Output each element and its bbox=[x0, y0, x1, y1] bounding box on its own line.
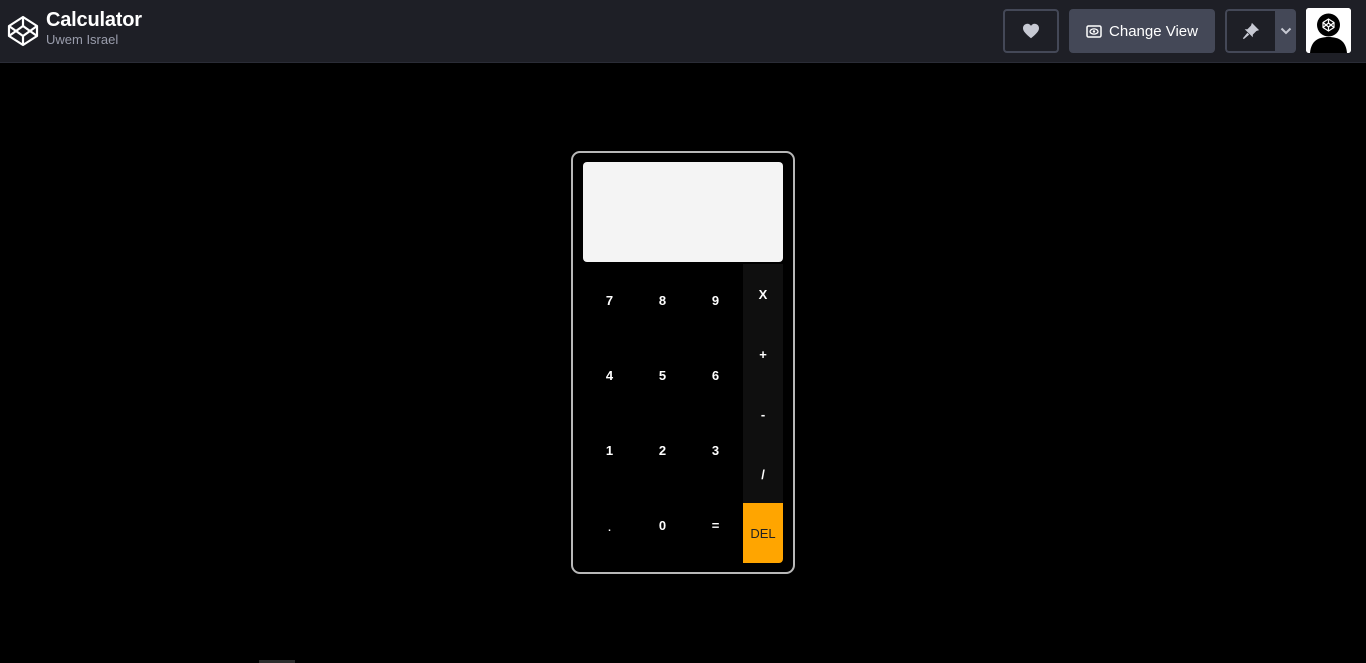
pin-menu-dropdown[interactable] bbox=[1275, 9, 1296, 53]
key-decimal[interactable]: . bbox=[583, 488, 636, 563]
change-view-button[interactable]: Change View bbox=[1069, 9, 1215, 53]
key-multiply[interactable]: X bbox=[743, 264, 783, 324]
heart-icon bbox=[1023, 23, 1039, 39]
operator-column: X + - / DEL bbox=[743, 264, 783, 563]
key-5[interactable]: 5 bbox=[636, 338, 689, 413]
key-6[interactable]: 6 bbox=[689, 338, 742, 413]
change-view-label: Change View bbox=[1109, 22, 1198, 40]
pin-icon bbox=[1242, 22, 1260, 40]
calculator-display bbox=[583, 162, 783, 262]
key-plus[interactable]: + bbox=[743, 324, 783, 384]
key-0[interactable]: 0 bbox=[636, 488, 689, 563]
pen-title[interactable]: Calculator bbox=[46, 8, 142, 32]
user-avatar-icon bbox=[1306, 8, 1351, 53]
eye-window-icon bbox=[1086, 24, 1102, 38]
calculator: 7 8 9 4 5 6 1 2 3 . 0 = X + - / DEL bbox=[571, 151, 795, 574]
key-delete[interactable]: DEL bbox=[743, 503, 783, 563]
key-1[interactable]: 1 bbox=[583, 413, 636, 488]
key-8[interactable]: 8 bbox=[636, 263, 689, 338]
key-divide[interactable]: / bbox=[743, 444, 783, 504]
key-minus[interactable]: - bbox=[743, 384, 783, 444]
key-9[interactable]: 9 bbox=[689, 263, 742, 338]
key-4[interactable]: 4 bbox=[583, 338, 636, 413]
key-equals[interactable]: = bbox=[689, 488, 742, 563]
pin-button[interactable] bbox=[1225, 9, 1275, 53]
codepen-header: Calculator Uwem Israel Change View bbox=[0, 0, 1366, 63]
user-avatar[interactable] bbox=[1306, 8, 1351, 53]
chevron-down-icon bbox=[1280, 27, 1291, 35]
key-2[interactable]: 2 bbox=[636, 413, 689, 488]
key-3[interactable]: 3 bbox=[689, 413, 742, 488]
pen-title-block: Calculator Uwem Israel bbox=[46, 8, 142, 48]
heart-button[interactable] bbox=[1003, 9, 1059, 53]
pen-author[interactable]: Uwem Israel bbox=[46, 32, 142, 48]
codepen-logo-icon[interactable] bbox=[7, 15, 39, 47]
key-7[interactable]: 7 bbox=[583, 263, 636, 338]
pin-button-group bbox=[1225, 9, 1296, 53]
